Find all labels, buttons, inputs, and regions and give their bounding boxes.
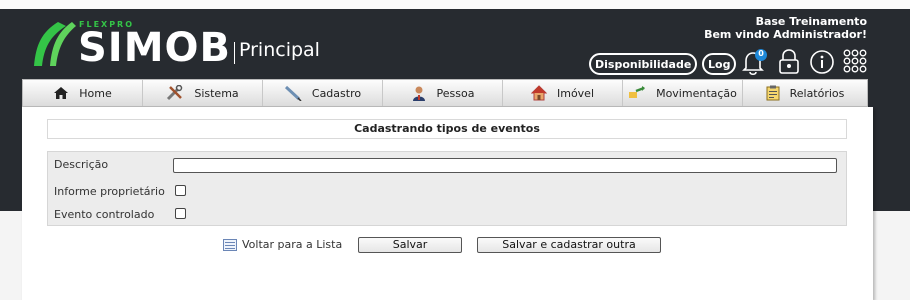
tools-icon — [167, 85, 183, 101]
person-icon — [412, 86, 425, 101]
user-info: Base Treinamento Bem vindo Administrador… — [704, 15, 867, 41]
nav-item-cadastro[interactable]: Cadastro — [263, 80, 383, 106]
nav-item-home[interactable]: Home — [23, 80, 143, 106]
nav-label: Relatórios — [789, 86, 845, 100]
form-title: Cadastrando tipos de eventos — [47, 119, 847, 139]
info-icon[interactable] — [810, 49, 836, 79]
nav-label: Movimentação — [656, 86, 737, 100]
event-type-form: Descrição Informe proprietário Evento co… — [47, 151, 847, 226]
nav-item-sistema[interactable]: Sistema — [143, 80, 263, 106]
save-and-new-button[interactable]: Salvar e cadastrar outra — [477, 237, 661, 253]
availability-button[interactable]: Disponibilidade — [589, 53, 698, 75]
nav-label: Cadastro — [311, 86, 362, 100]
nav-label: Home — [79, 86, 112, 100]
nav-item-movimentacao[interactable]: Movimentação — [623, 80, 743, 106]
welcome-text: Bem vindo Administrador! — [704, 28, 867, 41]
content-panel: Cadastrando tipos de eventos Descrição I… — [22, 107, 873, 300]
notification-count: 0 — [758, 49, 764, 58]
description-input[interactable] — [173, 158, 837, 173]
lock-icon[interactable] — [778, 49, 800, 79]
list-icon — [223, 238, 237, 251]
nav-item-imovel[interactable]: Imóvel — [503, 80, 623, 106]
save-button[interactable]: Salvar — [358, 237, 462, 253]
owner-checkbox[interactable] — [175, 185, 186, 196]
controlled-event-label: Evento controlado — [54, 208, 155, 221]
nav-label: Imóvel — [556, 86, 595, 100]
top-strip — [0, 0, 910, 9]
nav-item-relatorios[interactable]: Relatórios — [743, 80, 867, 106]
nav-label: Sistema — [194, 86, 239, 100]
main-nav: Home Sistema Cadastro Pessoa Imóvel Movi… — [22, 79, 868, 107]
pen-icon — [284, 85, 302, 101]
log-button[interactable]: Log — [702, 53, 737, 75]
house-icon — [530, 85, 547, 101]
home-icon — [54, 87, 69, 99]
clipboard-icon — [766, 85, 780, 101]
apps-grid-icon[interactable] — [843, 49, 869, 79]
brand-logo[interactable]: FLEXPRO SIMOB Principal — [28, 20, 328, 70]
module-title: Principal — [239, 39, 320, 61]
nav-item-pessoa[interactable]: Pessoa — [383, 80, 503, 106]
description-label: Descrição — [54, 158, 109, 171]
nav-label: Pessoa — [436, 86, 475, 100]
owner-label: Informe proprietário — [54, 185, 165, 198]
back-to-list-label: Voltar para a Lista — [242, 238, 343, 251]
brand-divider — [234, 42, 235, 64]
back-to-list-link[interactable]: Voltar para a Lista — [223, 238, 342, 251]
logo-mark-icon — [34, 22, 76, 66]
controlled-event-checkbox[interactable] — [175, 208, 186, 219]
transfer-icon — [629, 86, 646, 98]
brand-name: SIMOB — [78, 25, 231, 71]
company-name: Base Treinamento — [755, 15, 867, 28]
notifications-bell-icon[interactable]: 0 — [740, 49, 770, 81]
